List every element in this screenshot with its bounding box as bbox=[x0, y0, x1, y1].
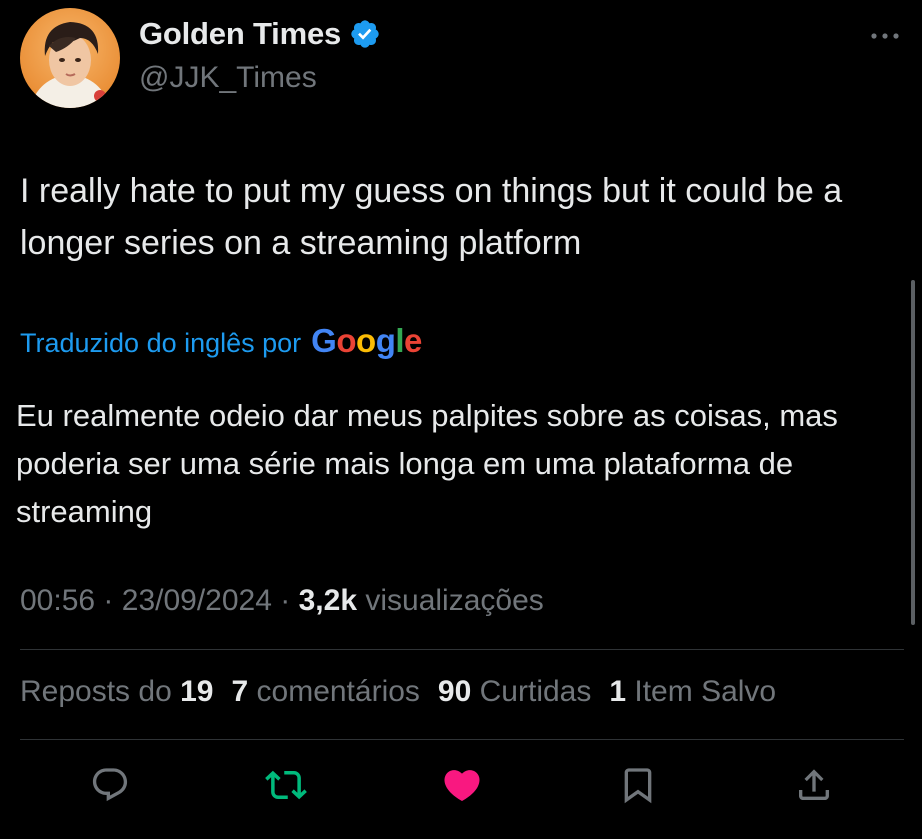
avatar-image bbox=[20, 8, 120, 108]
reposts-count: 19 bbox=[180, 675, 214, 708]
author-display-name[interactable]: Golden Times bbox=[139, 16, 341, 52]
reposts-stat[interactable]: Reposts do 19 bbox=[20, 675, 213, 709]
saves-stat[interactable]: 1 Item Salvo bbox=[609, 675, 776, 709]
meta-separator: · bbox=[280, 584, 291, 617]
share-button[interactable] bbox=[792, 765, 836, 809]
likes-label: Curtidas bbox=[479, 675, 592, 708]
more-options-icon[interactable] bbox=[868, 26, 902, 46]
likes-count: 90 bbox=[437, 675, 472, 708]
tweet-meta: 00:56 · 23/09/2024 · 3,2k visualizações bbox=[20, 584, 544, 618]
author-handle[interactable]: @JJK_Times bbox=[139, 61, 317, 95]
tweet-text: I really hate to put my guess on things … bbox=[20, 172, 843, 262]
repost-button[interactable] bbox=[264, 765, 308, 809]
scrollbar[interactable] bbox=[911, 280, 915, 625]
saves-label: Item Salvo bbox=[634, 675, 777, 708]
tweet-date[interactable]: 23/09/2024 bbox=[122, 584, 272, 617]
likes-stat[interactable]: 90 Curtidas bbox=[438, 675, 591, 709]
divider bbox=[20, 739, 904, 740]
bookmark-icon bbox=[618, 765, 658, 810]
bookmark-button[interactable] bbox=[616, 765, 660, 809]
tweet-time[interactable]: 00:56 bbox=[20, 584, 95, 617]
like-button[interactable] bbox=[440, 765, 484, 809]
views-label: visualizações bbox=[365, 584, 544, 617]
comments-label: comentários bbox=[256, 675, 420, 708]
translation-attribution[interactable]: Traduzido do inglês por Google bbox=[20, 322, 422, 360]
google-logo: Google bbox=[311, 322, 422, 359]
reposts-label: Reposts do bbox=[20, 675, 172, 708]
comments-count: 7 bbox=[231, 675, 249, 708]
share-upload-icon bbox=[794, 765, 834, 810]
avatar[interactable] bbox=[20, 8, 120, 108]
comments-stat[interactable]: 7 comentários bbox=[231, 675, 419, 709]
repost-icon bbox=[265, 764, 307, 811]
author-name-row[interactable]: Golden Times bbox=[139, 16, 381, 52]
speech-bubble-icon bbox=[90, 765, 130, 810]
meta-separator: · bbox=[103, 584, 114, 617]
reply-button[interactable] bbox=[88, 765, 132, 809]
saves-count: 1 bbox=[609, 675, 627, 708]
translation-label[interactable]: Traduzido do inglês por bbox=[20, 328, 301, 359]
views-count: 3,2k bbox=[298, 584, 357, 617]
engagement-stats: Reposts do 19 7 comentários 90 Curtidas … bbox=[20, 675, 776, 709]
heart-icon bbox=[441, 764, 483, 811]
divider bbox=[20, 649, 904, 650]
translated-text: Eu realmente odeio dar meus palpites sob… bbox=[16, 398, 838, 529]
verified-badge-icon bbox=[349, 18, 381, 50]
